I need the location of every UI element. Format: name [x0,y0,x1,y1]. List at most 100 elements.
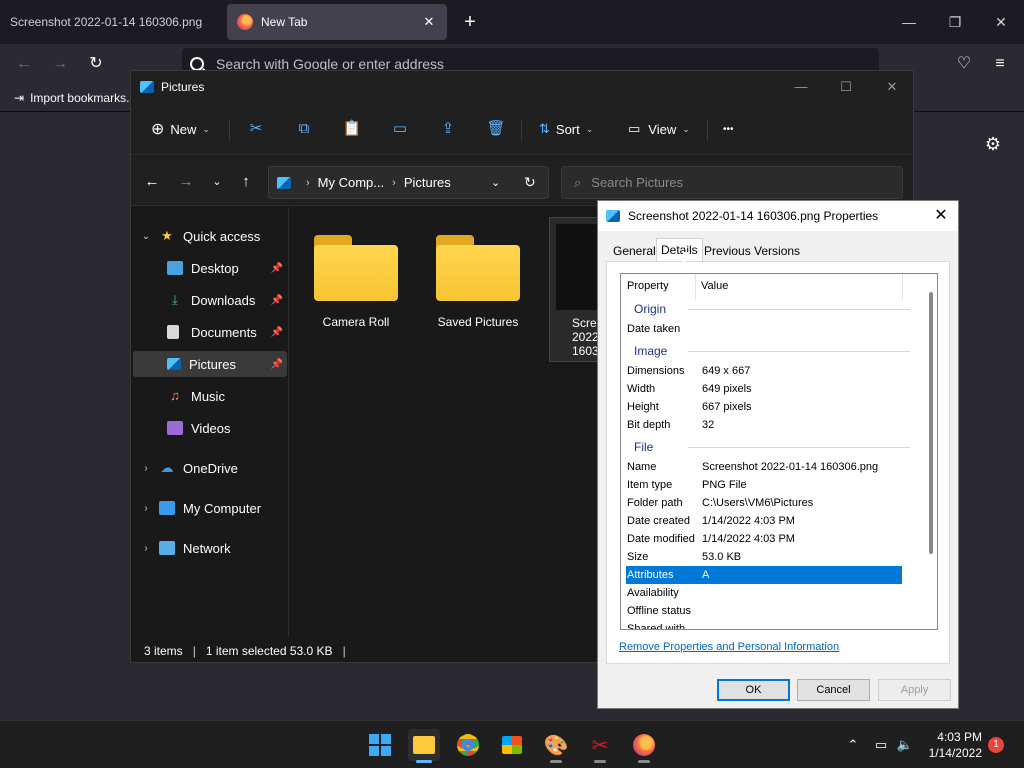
chevron-up-icon[interactable]: ⌃ [844,736,862,754]
recent-locations-icon[interactable]: ⌄ [207,172,227,192]
settings-gear-icon[interactable]: ⚙ [983,134,1003,154]
row-name[interactable]: Name Screenshot 2022-01-14 160306.png [626,458,902,476]
row-date-taken[interactable]: Date taken [626,320,902,338]
sort-button[interactable]: ⇅ Sort ⌄ [539,117,593,141]
notification-badge[interactable]: 1 [988,737,1004,753]
nav-item-onedrive[interactable]: › ☁ OneDrive [131,455,287,481]
firefox-icon [237,14,253,30]
row-date-created[interactable]: Date created 1/14/2022 4:03 PM [626,512,902,530]
system-clock[interactable]: 4:03 PM 1/14/2022 [922,729,982,761]
menu-icon[interactable]: ≡ [988,52,1012,76]
view-button[interactable]: ▭ View ⌄ [628,117,690,141]
row-offline-status[interactable]: Offline status [626,602,902,620]
cancel-button[interactable]: Cancel [797,679,870,701]
taskbar-file-explorer[interactable] [408,729,440,763]
maximize-icon[interactable]: ☐ [830,75,862,99]
scrollbar[interactable] [929,292,933,554]
breadcrumb-pictures[interactable]: Pictures [404,175,451,190]
network-icon[interactable]: ▭ [872,736,890,754]
tab-screenshot[interactable]: Screenshot 2022-01-14 160306.png [0,4,224,40]
close-icon[interactable]: ✕ [876,75,908,99]
row-date-modified[interactable]: Date modified 1/14/2022 4:03 PM [626,530,902,548]
chevron-right-icon[interactable]: › [139,543,153,554]
taskbar-snipping-tool[interactable]: ✂ [584,729,616,763]
address-bar[interactable]: › My Comp... › Pictures ⌄ ↻ [268,166,549,199]
back-icon[interactable]: ← [142,172,162,192]
restore-icon[interactable]: ❐ [943,10,967,34]
scissors-icon: ✂ [591,734,609,757]
row-width[interactable]: Width 649 pixels [626,380,902,398]
minimize-icon[interactable]: — [785,75,817,99]
property-list[interactable]: Property Value Origin Date taken Image D… [620,273,938,630]
new-tab-button[interactable]: + [458,10,482,34]
apply-button[interactable]: Apply [878,679,951,701]
row-dimensions[interactable]: Dimensions 649 x 667 [626,362,902,380]
chevron-down-icon[interactable]: ⌄ [139,231,153,242]
tab-details[interactable]: Details [656,238,703,262]
taskbar-store[interactable] [496,729,528,761]
taskbar-firefox[interactable] [628,729,660,763]
tab-general[interactable]: General [609,241,660,261]
row-size[interactable]: Size 53.0 KB [626,548,902,566]
nav-item-music[interactable]: ♫ Music [131,383,287,409]
nav-item-downloads[interactable]: ⤓ Downloads 📌 [131,287,287,313]
nav-item-documents[interactable]: Documents 📌 [131,319,287,345]
toolbar-divider [229,119,230,141]
chevron-right-icon[interactable]: › [139,463,153,474]
address-dropdown-icon[interactable]: ⌄ [491,176,500,189]
row-availability[interactable]: Availability [626,584,902,602]
row-folder-path[interactable]: Folder path C:\Users\VM6\Pictures [626,494,902,512]
reload-icon[interactable]: ↻ [84,52,108,76]
ok-button[interactable]: OK [717,679,790,701]
paste-icon[interactable]: 📋 [342,119,362,139]
chevron-right-icon[interactable]: › [139,503,153,514]
nav-item-quick-access[interactable]: ⌄ ★ Quick access [131,223,287,249]
folder-label: Camera Roll [322,315,390,329]
forward-icon[interactable]: → [176,172,196,192]
new-button[interactable]: ⊕ New ⌄ [151,117,210,141]
close-tab-icon[interactable]: ✕ [421,14,437,30]
row-bit-depth[interactable]: Bit depth 32 [626,416,902,434]
folder-saved-pictures[interactable]: Saved Pictures [413,229,523,339]
import-bookmarks-link[interactable]: ⇥ Import bookmarks... [14,91,136,105]
up-icon[interactable]: ↑ [236,172,256,192]
refresh-icon[interactable]: ↻ [524,174,536,191]
nav-item-network[interactable]: › Network [131,535,287,561]
forward-icon[interactable]: → [48,52,72,76]
nav-item-pictures[interactable]: Pictures 📌 [133,351,287,377]
back-icon[interactable]: ← [12,52,36,76]
file-screenshot-selected[interactable]: Scree 2022- 16030 [549,217,601,362]
remove-properties-link[interactable]: Remove Properties and Personal Informati… [619,641,839,653]
row-shared-with[interactable]: Shared with [626,620,902,629]
taskbar-chrome[interactable] [452,729,484,761]
nav-item-my-computer[interactable]: › My Computer [131,495,287,521]
row-height[interactable]: Height 667 pixels [626,398,902,416]
volume-icon[interactable]: 🔈 [896,736,914,754]
nav-item-desktop[interactable]: Desktop 📌 [131,255,287,281]
rename-icon[interactable]: ▭ [390,119,410,139]
copy-icon[interactable]: ⧉ [294,119,314,139]
tab-new-tab[interactable]: New Tab ✕ [227,4,447,40]
start-button[interactable] [364,729,396,761]
row-attributes[interactable]: Attributes A [626,566,902,584]
close-icon[interactable]: ✕ [932,207,950,225]
search-input[interactable]: ⌕ Search Pictures [561,166,903,199]
folder-label: Saved Pictures [437,315,519,329]
pocket-icon[interactable]: ♡ [952,52,976,76]
column-value[interactable]: Value [701,280,728,292]
delete-icon[interactable]: 🗑 [486,119,506,139]
nav-item-videos[interactable]: Videos [131,415,287,441]
column-property[interactable]: Property [627,280,669,292]
row-item-type[interactable]: Item type PNG File [626,476,902,494]
running-indicator [416,760,432,763]
share-icon[interactable]: ⇪ [438,119,458,139]
cut-icon[interactable]: ✂ [246,119,266,139]
minimize-icon[interactable]: — [897,10,921,34]
tab-previous-versions[interactable]: Previous Versions [700,241,804,261]
breadcrumb-my-computer[interactable]: My Comp... [318,175,384,190]
close-window-icon[interactable]: ✕ [989,10,1013,34]
more-options-button[interactable]: ••• [723,117,734,141]
taskbar-paint[interactable]: 🎨 [540,729,572,763]
folder-camera-roll[interactable]: Camera Roll [291,229,401,339]
property-value: Screenshot 2022-01-14 160306.png [702,461,879,473]
